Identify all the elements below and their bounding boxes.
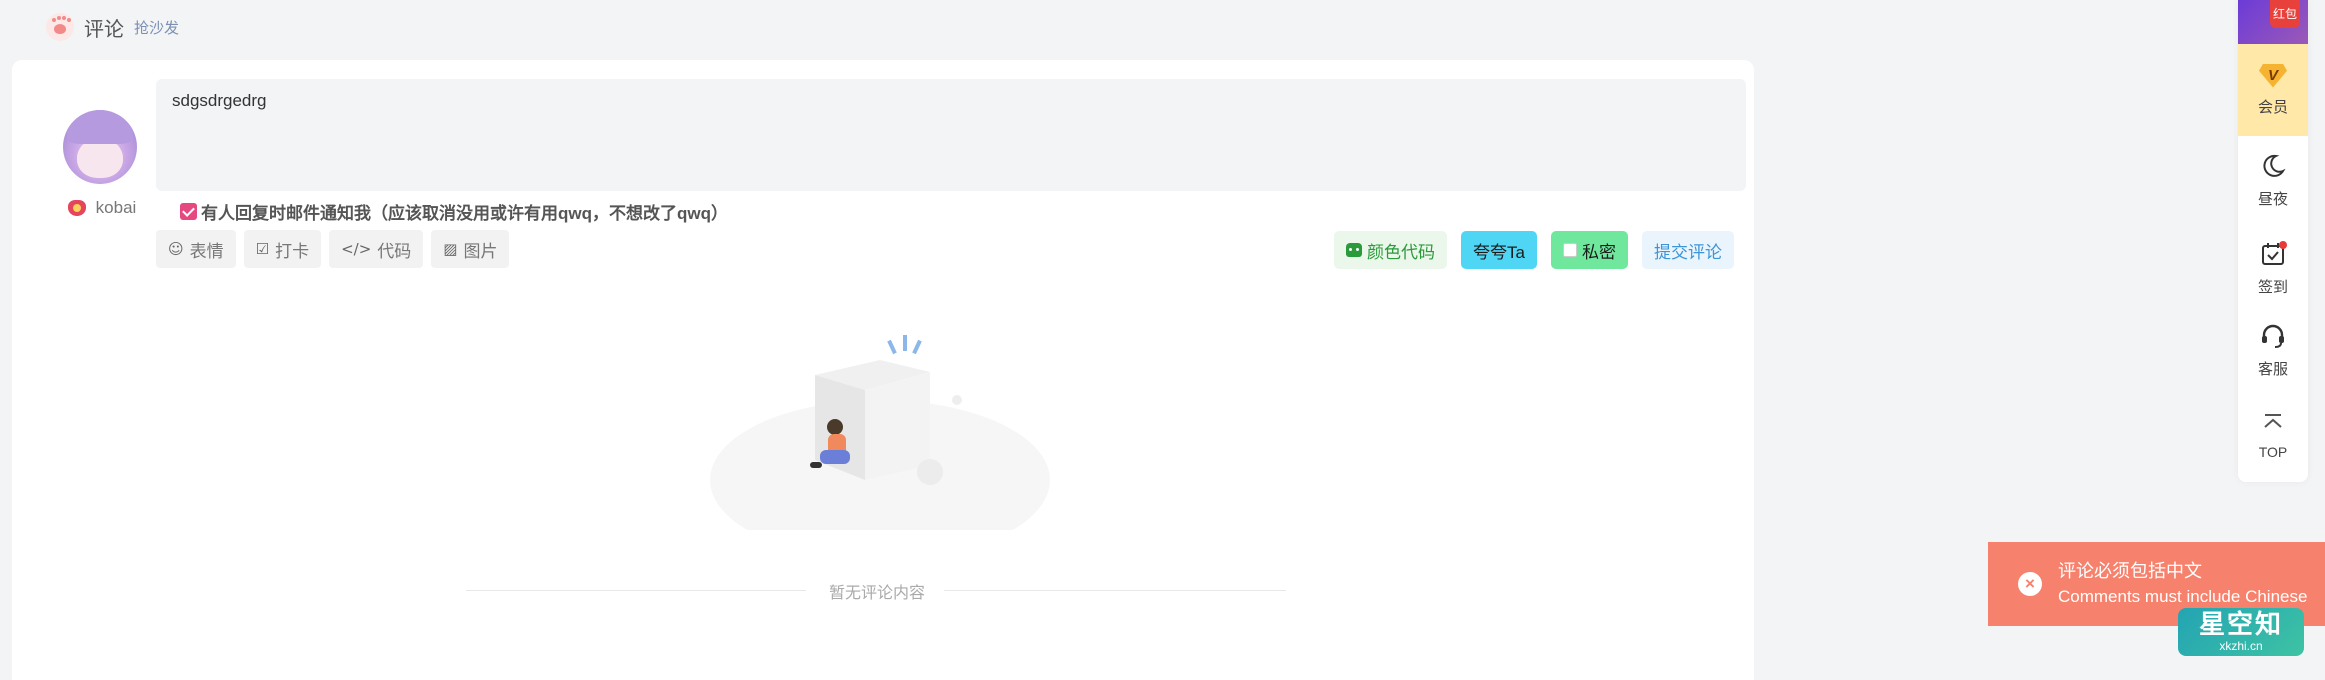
sidebar-item-service[interactable]: 客服	[2238, 322, 2308, 379]
emoji-button-label: 表情	[189, 241, 224, 261]
headset-icon	[2259, 322, 2287, 350]
private-toggle[interactable]: 私密	[1551, 231, 1628, 269]
sidebar-item-checkin[interactable]: 签到	[2238, 240, 2308, 297]
comment-textarea[interactable]: sdgsdrgedrg	[156, 79, 1746, 191]
private-checkbox[interactable]	[1563, 243, 1577, 257]
emoji-button[interactable]: ☺ 表情	[156, 230, 236, 268]
toast-line-2: Comments must include Chinese	[2058, 587, 2308, 606]
top-label: TOP	[2258, 444, 2288, 460]
red-packet-banner[interactable]: 红包	[2238, 0, 2308, 44]
paw-icon	[46, 13, 74, 41]
watermark-sub: xkzhi.cn	[2219, 639, 2263, 653]
praise-button[interactable]: 夸夸Ta	[1461, 231, 1537, 269]
sidebar-item-vip[interactable]: V 会员	[2238, 44, 2308, 136]
checkin-button-label: 打卡	[275, 241, 310, 261]
checkin-label: 签到	[2257, 279, 2288, 296]
submit-comment-button[interactable]: 提交评论	[1642, 231, 1734, 269]
code-button[interactable]: </> 代码	[329, 230, 424, 268]
private-label: 私密	[1582, 242, 1616, 262]
robot-icon	[1346, 243, 1363, 257]
editor-toolbar: ☺ 表情 ☑ 打卡 </> 代码 ▨ 图片	[156, 230, 510, 268]
close-circle-icon: ×	[2018, 572, 2042, 596]
avatar[interactable]	[63, 110, 137, 184]
code-icon: </>	[341, 240, 372, 258]
floating-sidebar: 红包 V 会员 昼夜 签到 客服 TOP	[2238, 0, 2308, 482]
section-subtitle: 抢沙发	[134, 19, 180, 37]
empty-divider-right	[944, 590, 1286, 591]
service-label: 客服	[2257, 361, 2288, 378]
smile-icon: ☺	[168, 240, 184, 258]
watermark-logo: 星空知 xkzhi.cn	[2178, 608, 2304, 656]
calendar-check-icon	[2259, 240, 2287, 268]
comments-header: 评论 抢沙发	[46, 12, 179, 42]
arrow-up-icon	[2259, 408, 2287, 436]
code-button-label: 代码	[377, 241, 412, 261]
user-info: kobai	[50, 110, 150, 218]
user-row: kobai	[64, 198, 137, 218]
toast-message: 评论必须包括中文 Comments must include Chinese	[2058, 559, 2307, 609]
vip-icon: V	[2259, 63, 2287, 88]
empty-illustration	[710, 335, 1050, 530]
image-button[interactable]: ▨ 图片	[431, 230, 510, 268]
submit-label: 提交评论	[1654, 242, 1722, 262]
comment-actions: 颜色代码 夸夸Ta 私密 提交评论	[1334, 231, 1734, 269]
toast-line-1: 评论必须包括中文	[2058, 561, 2202, 581]
sidebar-item-top[interactable]: TOP	[2238, 408, 2308, 460]
color-code-label: 颜色代码	[1367, 242, 1436, 262]
section-title: 评论	[84, 18, 124, 41]
moon-icon	[2259, 152, 2287, 180]
notify-checkbox[interactable]	[180, 203, 197, 220]
user-badge-icon	[64, 198, 90, 218]
checkin-button[interactable]: ☑ 打卡	[243, 230, 322, 268]
vip-label: 会员	[2257, 98, 2288, 116]
image-button-label: 图片	[463, 241, 498, 261]
empty-divider-left	[466, 590, 806, 591]
image-icon: ▨	[443, 240, 458, 258]
sidebar-item-night[interactable]: 昼夜	[2238, 152, 2308, 209]
praise-label: 夸夸Ta	[1473, 242, 1525, 262]
color-code-button[interactable]: 颜色代码	[1334, 231, 1448, 269]
watermark-main: 星空知	[2198, 609, 2283, 639]
empty-state-text: 暂无评论内容	[828, 585, 925, 602]
username: kobai	[95, 198, 137, 217]
red-packet-label: 红包	[2270, 0, 2300, 28]
email-notify-option[interactable]: 有人回复时邮件通知我（应该取消没用或许有用qwq，不想改了qwq）	[180, 199, 728, 224]
checkbox-icon: ☑	[255, 240, 270, 258]
notify-label: 有人回复时邮件通知我（应该取消没用或许有用qwq，不想改了qwq）	[201, 204, 728, 223]
night-label: 昼夜	[2257, 191, 2288, 208]
